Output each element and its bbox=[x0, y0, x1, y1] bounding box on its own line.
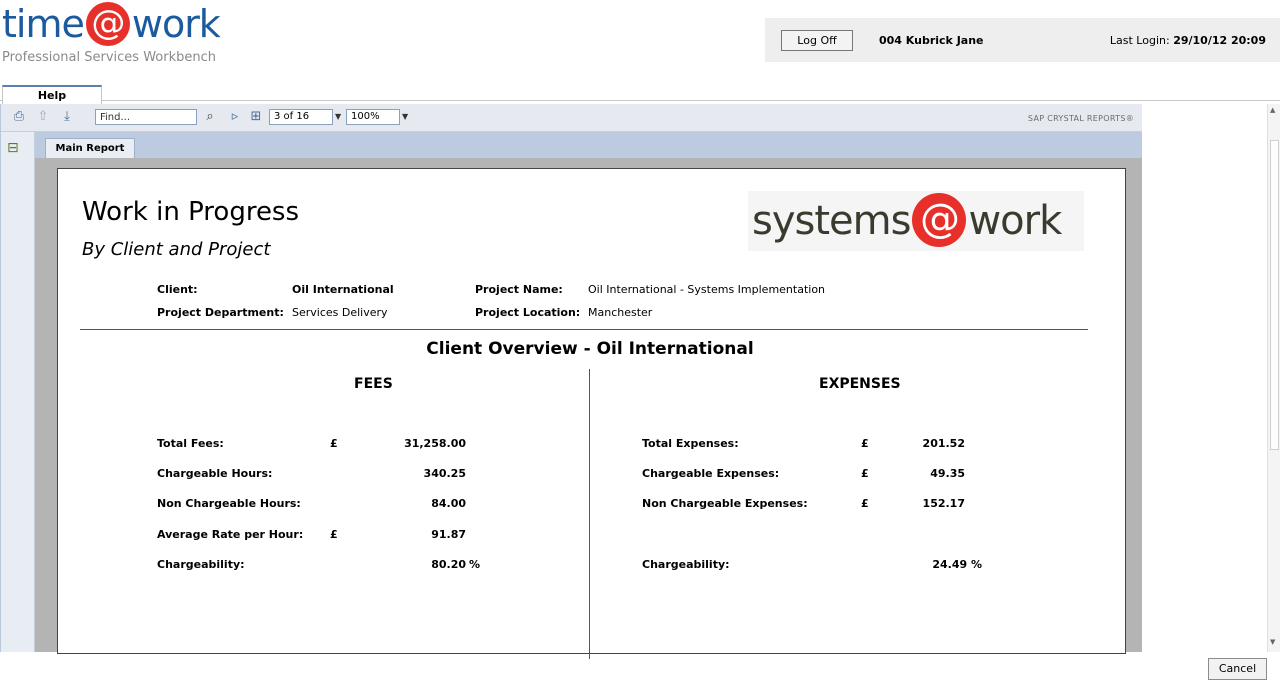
expenses-heading: EXPENSES bbox=[819, 376, 901, 392]
client-value: Oil International bbox=[292, 283, 394, 296]
cancel-button[interactable]: Cancel bbox=[1208, 658, 1267, 680]
fees-row-label: Total Fees: bbox=[157, 437, 224, 450]
fees-row-value: 31,258.00 bbox=[404, 437, 466, 450]
sap-crystal-label: SAP CRYSTAL REPORTS® bbox=[1027, 114, 1134, 123]
user-bar: Log Off 004 Kubrick Jane Last Login: 29/… bbox=[765, 18, 1280, 62]
page-number-input[interactable]: 3 of 16 bbox=[269, 109, 333, 125]
fees-row-value: 80.20 bbox=[431, 558, 466, 571]
group-tree-icon[interactable]: ⊟ bbox=[7, 140, 25, 158]
app-logo: time @ work bbox=[2, 0, 221, 49]
report-page: Work in Progress By Client and Project s… bbox=[57, 168, 1126, 659]
report-tab-bar: Main Report bbox=[35, 132, 1142, 159]
company-logo-at: @ bbox=[912, 193, 967, 247]
expenses-row-label: Chargeability: bbox=[642, 558, 730, 571]
report-subtitle: By Client and Project bbox=[82, 239, 271, 260]
logo-text-post: work bbox=[131, 2, 221, 46]
project-name-value: Oil International - Systems Implementati… bbox=[588, 283, 826, 296]
up-arrow-icon[interactable]: ⇧ bbox=[34, 108, 52, 126]
company-logo-pre: systems bbox=[752, 198, 911, 244]
last-login-value: 29/10/12 20:09 bbox=[1173, 34, 1266, 47]
expenses-row-label: Chargeable Expenses: bbox=[642, 467, 780, 480]
tab-strip-line bbox=[0, 100, 1280, 101]
expenses-row-label: Non Chargeable Expenses: bbox=[642, 497, 808, 510]
fees-row-value: 340.25 bbox=[423, 467, 466, 480]
project-location-label: Project Location: bbox=[475, 306, 581, 319]
fees-row-unit: % bbox=[469, 558, 481, 571]
group-tree-panel: ⊟ bbox=[1, 132, 35, 652]
company-logo: systems @ work bbox=[748, 191, 1084, 251]
expenses-row-currency: £ bbox=[861, 497, 869, 510]
scroll-down-icon[interactable]: ▼ bbox=[1270, 638, 1275, 646]
client-label: Client: bbox=[157, 283, 198, 296]
fees-row-value: 91.87 bbox=[431, 528, 466, 541]
viewer-toolbar: ⎙ ⇧ ⤓ Find... ⌕ ▹ ⊞ 3 of 16 ▼ 100% ▼ SAP… bbox=[1, 104, 1142, 132]
last-login-label: Last Login: bbox=[1109, 34, 1170, 47]
last-login: Last Login: 29/10/12 20:09 bbox=[1110, 34, 1266, 47]
vertical-scrollbar[interactable]: ▲ ▼ bbox=[1267, 104, 1280, 652]
scrollbar-thumb[interactable] bbox=[1270, 140, 1279, 450]
expenses-row-value: 24.49 % bbox=[932, 558, 982, 571]
logo-at-symbol: @ bbox=[85, 1, 130, 46]
fees-heading: FEES bbox=[354, 376, 393, 392]
fees-row-label: Chargeability: bbox=[157, 558, 245, 571]
scroll-up-icon[interactable]: ▲ bbox=[1270, 106, 1275, 114]
export-icon[interactable]: ⤓ bbox=[58, 108, 76, 126]
dept-value: Services Delivery bbox=[292, 306, 388, 319]
expenses-row-currency: £ bbox=[861, 437, 869, 450]
find-input[interactable]: Find... bbox=[95, 109, 197, 125]
dept-label: Project Department: bbox=[157, 306, 284, 319]
project-location-value: Manchester bbox=[588, 306, 653, 319]
fees-row-label: Chargeable Hours: bbox=[157, 467, 273, 480]
report-title: Work in Progress bbox=[82, 197, 300, 227]
report-viewer: ⎙ ⇧ ⤓ Find... ⌕ ▹ ⊞ 3 of 16 ▼ 100% ▼ SAP… bbox=[0, 104, 1142, 659]
binoculars-icon[interactable]: ⌕ bbox=[201, 108, 219, 126]
expenses-row-label: Total Expenses: bbox=[642, 437, 739, 450]
fees-row-currency: £ bbox=[330, 528, 338, 541]
fees-row-currency: £ bbox=[330, 437, 338, 450]
expenses-row-value: 201.52 bbox=[922, 437, 965, 450]
company-logo-post: work bbox=[968, 198, 1062, 244]
fees-row-label: Non Chargeable Hours: bbox=[157, 497, 301, 510]
column-divider bbox=[589, 369, 590, 659]
tab-main-report[interactable]: Main Report bbox=[45, 138, 135, 159]
fees-row-value: 84.00 bbox=[431, 497, 466, 510]
expenses-row-value: 49.35 bbox=[930, 467, 965, 480]
logoff-button[interactable]: Log Off bbox=[781, 30, 853, 51]
logo-text-pre: time bbox=[2, 2, 85, 46]
next-page-icon[interactable]: ▹ bbox=[226, 108, 244, 126]
page-dropdown-icon[interactable]: ▼ bbox=[335, 109, 341, 125]
expenses-row-value: 152.17 bbox=[922, 497, 965, 510]
print-icon[interactable]: ⎙ bbox=[10, 108, 28, 126]
zoom-input[interactable]: 100% bbox=[346, 109, 400, 125]
fees-row-label: Average Rate per Hour: bbox=[157, 528, 304, 541]
expenses-row-currency: £ bbox=[861, 467, 869, 480]
goto-page-icon[interactable]: ⊞ bbox=[247, 108, 265, 126]
project-name-label: Project Name: bbox=[475, 283, 563, 296]
report-canvas: Work in Progress By Client and Project s… bbox=[35, 158, 1142, 659]
zoom-dropdown-icon[interactable]: ▼ bbox=[402, 109, 408, 125]
client-overview-heading: Client Overview - Oil International bbox=[426, 339, 754, 359]
header-divider bbox=[80, 329, 1088, 330]
app-subtitle: Professional Services Workbench bbox=[2, 50, 217, 65]
tab-help[interactable]: Help bbox=[2, 85, 102, 104]
user-name: 004 Kubrick Jane bbox=[879, 34, 984, 47]
